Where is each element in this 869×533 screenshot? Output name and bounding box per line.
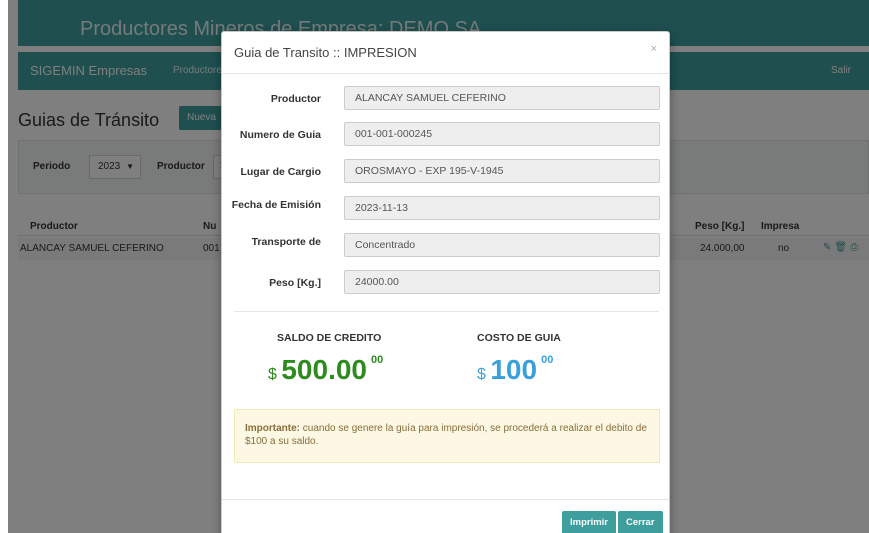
field-label: Peso [Kg.] xyxy=(269,277,321,289)
close-icon[interactable]: × xyxy=(651,43,657,55)
costo-cents: 00 xyxy=(541,354,554,366)
productor-field[interactable]: ALANCAY SAMUEL CEFERINO xyxy=(344,86,660,110)
field-label: Fecha de Emisión xyxy=(231,199,321,211)
saldo-cents: 00 xyxy=(371,354,384,366)
field-productor: Productor ALANCAY SAMUEL CEFERINO xyxy=(222,86,669,112)
modal-title: Guia de Transito :: IMPRESION xyxy=(234,45,417,60)
saldo-credito-value: $ 500.00 00 xyxy=(268,354,383,386)
alert-strong: Importante: xyxy=(245,423,300,434)
modal-footer: Imprimir Cerrar xyxy=(222,499,669,533)
costo-guia-label: COSTO DE GUIA xyxy=(477,332,561,344)
print-guide-modal: Guia de Transito :: IMPRESION × Producto… xyxy=(221,31,670,533)
field-label: Numero de Guia xyxy=(239,129,321,141)
costo-currency: $ xyxy=(477,366,486,383)
field-peso: Peso [Kg.] 24000.00 xyxy=(222,270,669,296)
field-transporte: Transporte de Concentrado xyxy=(222,233,669,259)
costo-guia-value: $ 100 00 xyxy=(477,354,553,386)
important-alert: Importante: cuando se genere la guía par… xyxy=(234,409,660,463)
costo-amount: 100 xyxy=(490,354,538,385)
peso-field[interactable]: 24000.00 xyxy=(344,270,660,294)
alert-text: cuando se genere la guía para impresión,… xyxy=(245,423,647,447)
close-button[interactable]: Cerrar xyxy=(618,511,663,533)
modal-header: Guia de Transito :: IMPRESION × xyxy=(222,32,669,74)
saldo-credito-label: SALDO DE CREDITO xyxy=(277,332,382,344)
field-label: Productor xyxy=(270,93,321,105)
saldo-amount: 500.00 xyxy=(281,354,367,385)
lugar-cargio-field[interactable]: OROSMAYO - EXP 195-V-1945 xyxy=(344,159,660,183)
saldo-currency: $ xyxy=(268,366,277,383)
divider xyxy=(234,311,659,312)
fecha-emision-field[interactable]: 2023-11-13 xyxy=(344,196,660,220)
transporte-field[interactable]: Concentrado xyxy=(344,233,660,257)
numero-guia-field[interactable]: 001-001-000245 xyxy=(344,122,660,146)
field-label: Lugar de Cargio xyxy=(240,166,321,178)
print-button[interactable]: Imprimir xyxy=(562,511,617,533)
field-numero-guia: Numero de Guia 001-001-000245 xyxy=(222,122,669,148)
field-fecha-emision: Fecha de Emisión 2023-11-13 xyxy=(222,196,669,222)
field-label: Transporte de xyxy=(251,236,321,248)
field-lugar-cargio: Lugar de Cargio OROSMAYO - EXP 195-V-194… xyxy=(222,159,669,185)
